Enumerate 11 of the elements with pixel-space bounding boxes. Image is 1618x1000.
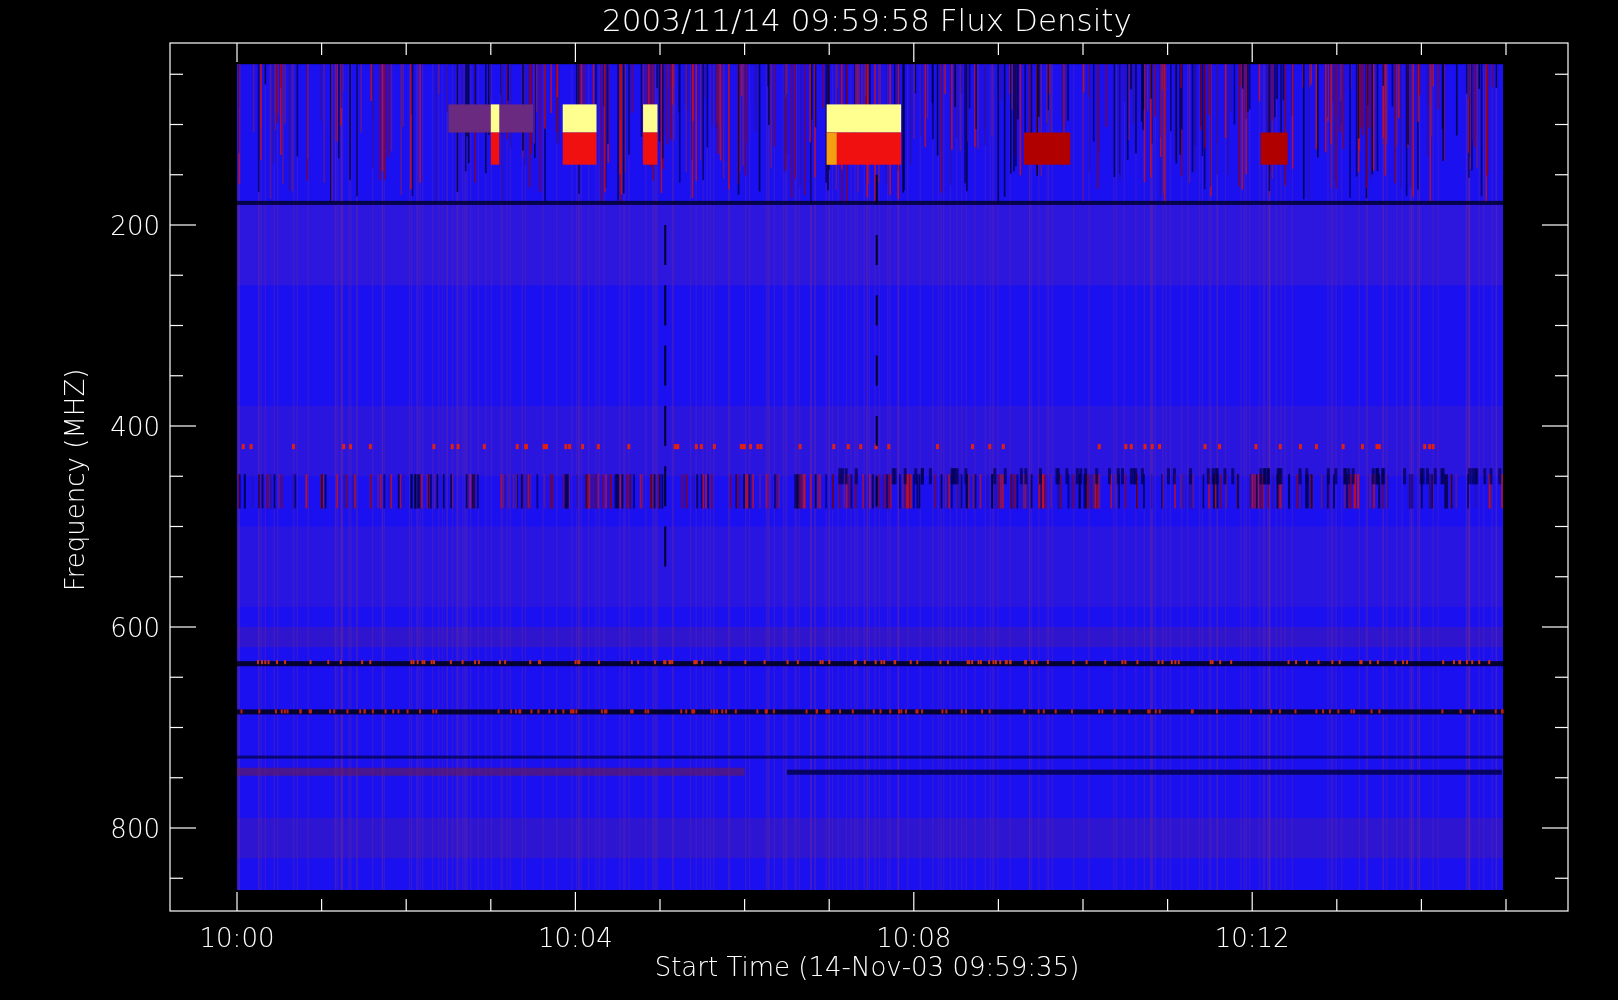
x-tick-label: 10:08 [876,923,952,953]
y-tick-label: 800 [110,814,160,844]
y-tick-label: 400 [110,412,160,442]
x-tick-label: 10:12 [1214,923,1290,953]
chart-title: 2003/11/14 09:59:58 Flux Density [602,2,1132,38]
x-tick-label: 10:00 [199,923,275,953]
y-tick-label: 200 [110,211,160,241]
y-tick-label: 600 [110,613,160,643]
x-axis-title: Start Time (14-Nov-03 09:59:35) [654,952,1080,982]
x-tick-label: 10:04 [537,923,613,953]
y-axis-title: Frequency (MHZ) [60,368,90,592]
